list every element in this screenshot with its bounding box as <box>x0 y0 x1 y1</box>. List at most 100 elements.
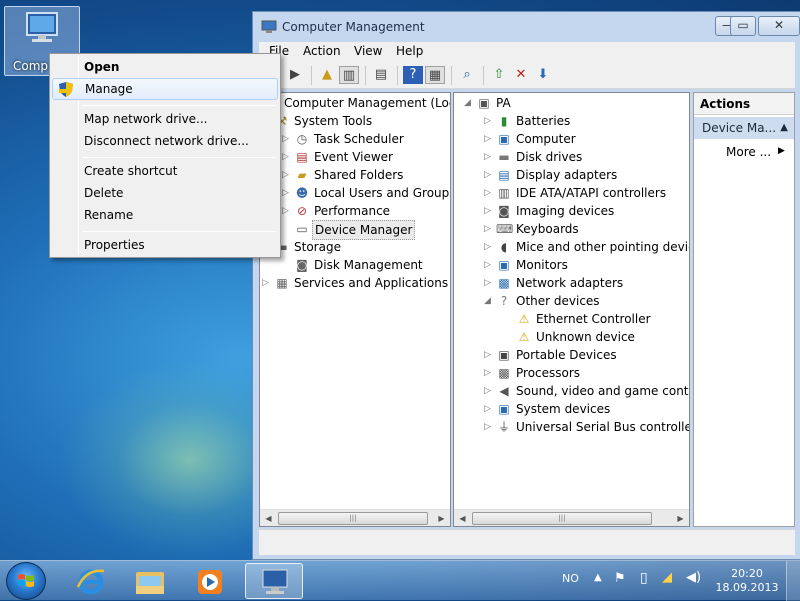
expand-arrow-icon[interactable]: ▷ <box>484 256 494 274</box>
window-title: Computer Management <box>282 20 425 34</box>
expand-arrow-icon[interactable]: ▷ <box>282 166 292 184</box>
scroll-left-icon[interactable]: ◀ <box>456 512 469 525</box>
camera-icon: ◙ <box>498 204 510 218</box>
expand-arrow-icon[interactable]: ▷ <box>262 274 272 292</box>
battery-icon[interactable]: ▯ <box>640 570 648 586</box>
collapse-arrow-icon[interactable]: ◢ <box>464 94 474 112</box>
menu-item-map-network-drive[interactable]: Map network drive... <box>52 108 278 130</box>
menu-item-create-shortcut[interactable]: Create shortcut <box>52 160 278 182</box>
scroll-right-icon[interactable]: ▶ <box>435 512 448 525</box>
expand-arrow-icon[interactable]: ▷ <box>282 184 292 202</box>
unknown-device-icon: ? <box>500 294 508 308</box>
scroll-left-icon[interactable]: ◀ <box>262 512 275 525</box>
start-button[interactable] <box>6 562 46 600</box>
help-icon[interactable]: ? <box>403 66 423 84</box>
mouse-icon: ◖ <box>500 240 508 254</box>
clock-date: 18.09.2013 <box>715 581 779 594</box>
up-folder-icon[interactable]: ▲ <box>317 66 337 84</box>
update-driver-icon[interactable]: ⇧ <box>489 66 509 84</box>
performance-icon: ⊘ <box>296 204 308 218</box>
collapse-up-icon[interactable]: ▲ <box>780 117 788 139</box>
desktop-icon-label: Comp <box>13 59 49 73</box>
usb-icon: ⏚ <box>497 420 510 434</box>
warning-icon: ⚠ <box>518 312 530 326</box>
expand-arrow-icon[interactable]: ▷ <box>484 112 494 130</box>
expand-arrow-icon[interactable]: ▷ <box>484 220 494 238</box>
menu-separator <box>82 105 276 106</box>
expand-arrow-icon[interactable]: ▷ <box>484 130 494 148</box>
display-adapter-icon: ▤ <box>498 168 510 182</box>
keyboard-icon: ⌨ <box>496 222 514 236</box>
menu-item-rename[interactable]: Rename <box>52 204 278 226</box>
expand-arrow-icon[interactable]: ▷ <box>484 418 494 436</box>
menu-item-properties[interactable]: Properties <box>52 234 278 256</box>
battery-icon: ▮ <box>500 114 508 128</box>
scrollbar-thumb[interactable]: ||| <box>472 512 652 525</box>
expand-arrow-icon[interactable]: ▷ <box>484 274 494 292</box>
close-button[interactable]: ✕ <box>758 16 800 36</box>
expand-arrow-icon[interactable]: ▷ <box>484 202 494 220</box>
properties-icon[interactable]: ▤ <box>371 66 391 84</box>
horizontal-scrollbar[interactable]: ◀ ||| ▶ <box>260 509 450 526</box>
enable-device-icon[interactable]: ⬇ <box>533 66 553 84</box>
expand-arrow-icon[interactable]: ▷ <box>484 148 494 166</box>
computer-icon: ▣ <box>478 96 490 110</box>
actions-section-device-manager[interactable]: Device Ma... ▲ <box>694 117 794 139</box>
language-indicator[interactable]: NO <box>562 572 579 585</box>
toolbar-separator <box>483 66 484 85</box>
submenu-arrow-icon: ▶ <box>778 146 785 156</box>
media-player-taskbar-button[interactable] <box>180 563 238 599</box>
internet-explorer-taskbar-button[interactable] <box>62 563 120 599</box>
expand-arrow-icon[interactable]: ▷ <box>282 130 292 148</box>
windows-logo-icon <box>18 574 34 587</box>
action-center-flag-icon[interactable]: ⚑ <box>614 571 626 586</box>
clock[interactable]: 20:20 18.09.2013 <box>712 567 782 595</box>
forward-icon[interactable]: ▶ <box>285 66 305 84</box>
expand-arrow-icon[interactable]: ▷ <box>484 166 494 184</box>
expand-arrow-icon[interactable]: ▷ <box>484 400 494 418</box>
menu-view[interactable]: View <box>354 44 382 58</box>
windows-explorer-taskbar-button[interactable] <box>120 563 178 599</box>
shared-folder-icon: ▰ <box>297 168 307 182</box>
scrollbar-thumb[interactable]: ||| <box>278 512 428 525</box>
horizontal-scrollbar[interactable]: ◀ ||| ▶ <box>454 509 689 526</box>
show-desktop-button[interactable] <box>786 561 800 601</box>
show-action-pane-icon[interactable]: ▦ <box>425 66 445 84</box>
scroll-right-icon[interactable]: ▶ <box>674 512 687 525</box>
services-icon: ▦ <box>276 276 288 290</box>
expand-arrow-icon[interactable]: ▷ <box>484 364 494 382</box>
collapse-arrow-icon[interactable]: ◢ <box>484 292 494 310</box>
expand-arrow-icon[interactable]: ▷ <box>282 148 292 166</box>
expand-arrow-icon[interactable]: ▷ <box>484 184 494 202</box>
computer-management-taskbar-button[interactable] <box>245 563 303 599</box>
menu-item-disconnect-network-drive[interactable]: Disconnect network drive... <box>52 130 278 152</box>
computer-management-window[interactable]: Computer Management — ▭ ✕ File Action Vi… <box>252 11 800 560</box>
menu-item-delete[interactable]: Delete <box>52 182 278 204</box>
toolbar: ◀ ▶ ▲ ▥ ▤ ? ▦ ⌕ ⇧ ✕ ⬇ <box>259 62 795 89</box>
expand-arrow-icon[interactable]: ▷ <box>484 238 494 256</box>
event-viewer-icon: ▤ <box>296 150 308 164</box>
more-actions-link[interactable]: More ... ▶ <box>726 145 785 159</box>
show-hidden-icons[interactable]: ▲ <box>594 572 602 583</box>
context-menu: Open Manage Map network drive... Disconn… <box>49 53 281 258</box>
maximize-button[interactable]: ▭ <box>730 16 756 36</box>
portable-device-icon: ▣ <box>498 348 510 362</box>
menu-action[interactable]: Action <box>303 44 341 58</box>
expand-arrow-icon[interactable]: ▷ <box>282 202 292 220</box>
menu-help[interactable]: Help <box>396 44 423 58</box>
expand-arrow-icon[interactable]: ▷ <box>484 382 494 400</box>
taskbar: NO ▲ ⚑ ▯ ◢ ◀) 20:20 18.09.2013 <box>0 560 800 601</box>
scan-hardware-icon[interactable]: ⌕ <box>457 66 477 84</box>
uninstall-device-icon[interactable]: ✕ <box>511 66 531 84</box>
network-signal-icon[interactable]: ◢ <box>662 570 672 585</box>
ide-controller-icon: ▥ <box>498 186 510 200</box>
menu-item-open[interactable]: Open <box>52 56 278 78</box>
show-hide-tree-icon[interactable]: ▥ <box>339 66 359 84</box>
volume-icon[interactable]: ◀) <box>686 570 701 585</box>
actions-header: Actions <box>694 93 794 115</box>
menu-item-manage[interactable]: Manage <box>52 78 278 100</box>
console-tree-pane[interactable]: ▣ Computer Management (Local ◢ ⚒ System … <box>259 92 451 527</box>
title-bar[interactable]: Computer Management — ▭ ✕ <box>253 12 800 42</box>
expand-arrow-icon[interactable]: ▷ <box>484 346 494 364</box>
device-tree-pane[interactable]: ◢ ▣ PA ▷ ▮ Batteries ▷ ▣ Computer ▷ ▬ Di… <box>453 92 690 527</box>
